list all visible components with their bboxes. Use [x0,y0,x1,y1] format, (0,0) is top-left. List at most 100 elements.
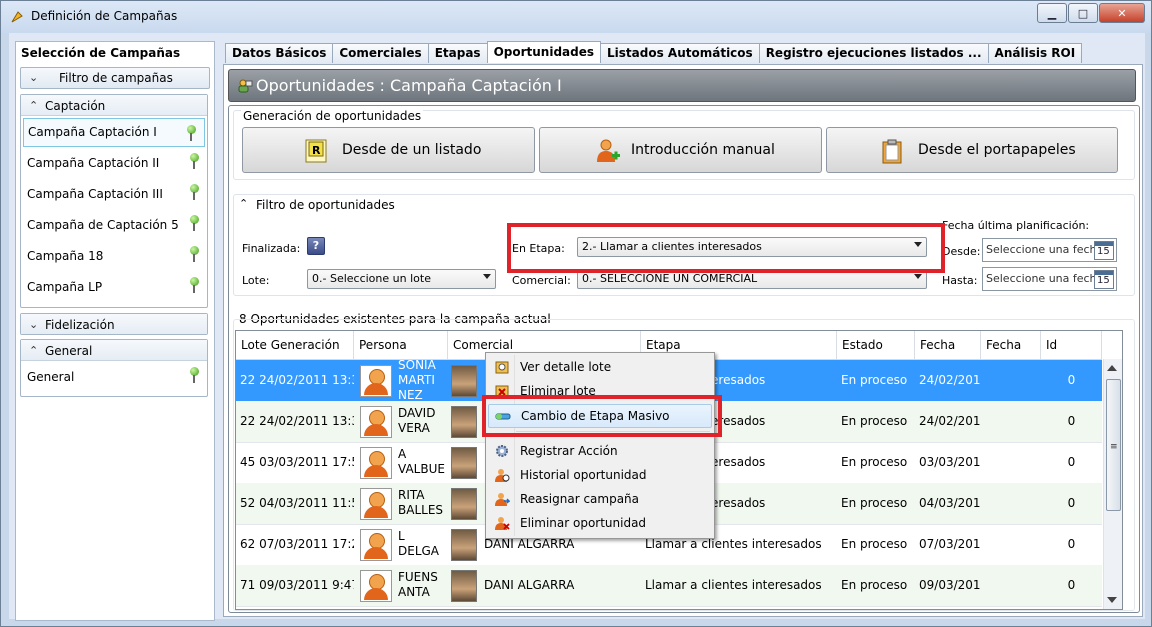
generation-section-title: Generación de oportunidades [241,109,424,123]
menu-historial-oportunidad[interactable]: Historial oportunidad [488,464,712,486]
persona-name: RITA BALLES [398,488,444,517]
col-persona[interactable]: Persona [354,331,448,359]
from-list-label: Desde de un listado [342,142,482,158]
cell-lote: 22 24/02/2011 13:38 [240,373,354,387]
campaign-selector-title: Selección de Campañas [21,46,181,60]
opportunities-icon [238,79,253,93]
group-name: General [45,344,93,358]
cell-id-listado: 0 [1067,455,1076,469]
title-bar: Definición de Campañas ▁ □ ✕ [1,1,1151,33]
campaign-item-18[interactable]: Campaña 18 [21,240,207,271]
app-icon [11,11,23,23]
tab-comerciales[interactable]: Comerciales [332,43,429,63]
cell-id-listado: 0 [1067,578,1076,592]
comercial-photo [451,570,477,602]
campaign-label: Campaña Captación II [27,156,160,170]
chevron-down-icon: ⌄ [29,318,39,331]
cell-fecha-fin [981,442,1041,483]
cell-lote: 52 04/03/2011 11:50 [240,496,354,510]
group-header-fidelizacion[interactable]: ⌄ Fidelización [21,314,207,334]
group-general: ⌃ General General [20,339,208,397]
persona-name: A VALBUE [398,447,445,476]
menu-registrar-accion[interactable]: Registrar Acción [488,440,712,462]
tab-oportunidades[interactable]: Oportunidades [486,41,602,63]
help-icon[interactable]: ? [307,237,325,255]
calendar-icon[interactable]: 15 [1094,241,1114,260]
lote-select[interactable]: 0.- Seleccione un lote [307,269,496,289]
comercial-photo [451,406,477,438]
minimize-button[interactable]: ▁ [1037,3,1067,23]
col-lote-generacion[interactable]: Lote Generación [236,331,354,359]
grid-scrollbar[interactable]: ≡ [1103,359,1122,609]
campaign-filter-label: Filtro de campañas [59,71,173,85]
campaign-item-captacion-2[interactable]: Campaña Captación II [21,147,207,178]
table-row[interactable]: 71 09/03/2011 9:47 FUENS ANTA DANI ALGAR… [236,565,1102,607]
calendar-icon[interactable]: 15 [1094,270,1114,289]
cell-fecha-fin [981,565,1041,606]
pin-icon [189,215,199,233]
tab-listados-automaticos[interactable]: Listados Automáticos [600,43,760,63]
hasta-date-field[interactable]: Seleccione una fecha 15 [982,267,1117,291]
comercial-select-value: 0.- SELECCIONE UN COMERCIAL [582,272,758,285]
cell-fecha-alta: 09/03/2011 [919,578,981,592]
group-name: Captación [45,99,106,113]
scroll-thumb[interactable]: ≡ [1106,379,1121,511]
menu-label: Historial oportunidad [520,468,647,482]
close-button[interactable]: ✕ [1099,3,1145,23]
manual-entry-button[interactable]: Introducción manual [539,127,822,173]
col-fecha-fin[interactable]: Fecha Fin [981,331,1041,380]
col-fecha-alta[interactable]: Fecha Alta [915,331,981,380]
maximize-button[interactable]: □ [1068,3,1098,23]
manual-entry-label: Introducción manual [631,142,775,158]
group-header-general[interactable]: ⌃ General [21,340,207,361]
persona-name: FUENS ANTA [398,570,438,599]
person-avatar-icon [360,529,392,561]
campaign-filter-toggle[interactable]: ⌄ Filtro de campañas [20,67,210,89]
campaign-item-captacion-1[interactable]: Campaña Captación I [23,118,205,147]
tab-datos-basicos[interactable]: Datos Básicos [225,43,334,63]
tab-analisis-roi[interactable]: Análisis ROI [987,43,1083,63]
tab-registro-ejecuciones[interactable]: Registro ejecuciones listados ... [758,43,989,63]
cell-id-listado: 0 [1067,537,1076,551]
scroll-up-icon[interactable] [1107,365,1117,371]
col-estado-tarea[interactable]: Estado Tarea [837,331,915,380]
menu-eliminar-oportunidad[interactable]: Eliminar oportunidad [488,512,712,534]
group-header-captacion[interactable]: ⌃ Captación [21,95,207,116]
persona-name: SONIA MARTI NEZ [398,360,436,401]
clipboard-button[interactable]: Desde el portapapeles [826,127,1118,173]
group-captacion: ⌃ Captación Campaña Captación I Campaña … [20,94,208,308]
tab-etapas[interactable]: Etapas [427,43,488,63]
campaign-label: Campaña Captación I [28,125,157,139]
clipboard-icon [882,139,902,164]
cell-fecha-alta: 24/02/2011 [919,414,981,428]
campaign-item-captacion-3[interactable]: Campaña Captación III [21,178,207,209]
tab-strip: Datos Básicos Comerciales Etapas Oportun… [225,41,1083,64]
campaign-label: Campaña 18 [27,249,104,263]
cell-lote: 22 24/02/2011 13:38 [240,414,354,428]
calendar-day: 15 [1097,246,1110,257]
scroll-down-icon[interactable] [1107,597,1117,603]
campaign-item-captacion-5[interactable]: Campaña de Captación 5 [21,209,207,240]
cell-fecha-fin [981,483,1041,524]
person-avatar-icon [360,488,392,520]
col-id-listado[interactable]: Id Listado [1041,331,1102,380]
menu-reasignar-campana[interactable]: Reasignar campaña [488,488,712,510]
chevron-up-icon: ⌃ [29,99,39,112]
chevron-down-icon [483,274,491,279]
menu-ver-detalle-lote[interactable]: Ver detalle lote [488,356,712,378]
cell-fecha-alta: 07/03/2011 [919,537,981,551]
hasta-date-placeholder: Seleccione una fecha [986,272,1104,285]
campaign-item-general[interactable]: General [21,361,207,392]
from-list-button[interactable]: R Desde de un listado [242,127,535,173]
desde-date-field[interactable]: Seleccione una fecha 15 [982,238,1117,262]
campaign-label: Campaña LP [27,280,103,294]
chevron-up-icon: ⌃ [29,344,39,357]
campaign-selector-pane: Selección de Campañas ⌄ Filtro de campañ… [15,41,215,621]
chevron-up-icon[interactable]: ⌃ [239,197,248,210]
pin-icon [189,153,199,171]
cell-lote: 71 09/03/2011 9:47 [240,578,354,592]
campaign-item-lp[interactable]: Campaña LP [21,271,207,302]
cell-fecha-fin [981,401,1041,442]
filter-section-title: Filtro de oportunidades [256,198,395,212]
add-user-icon [597,139,620,162]
